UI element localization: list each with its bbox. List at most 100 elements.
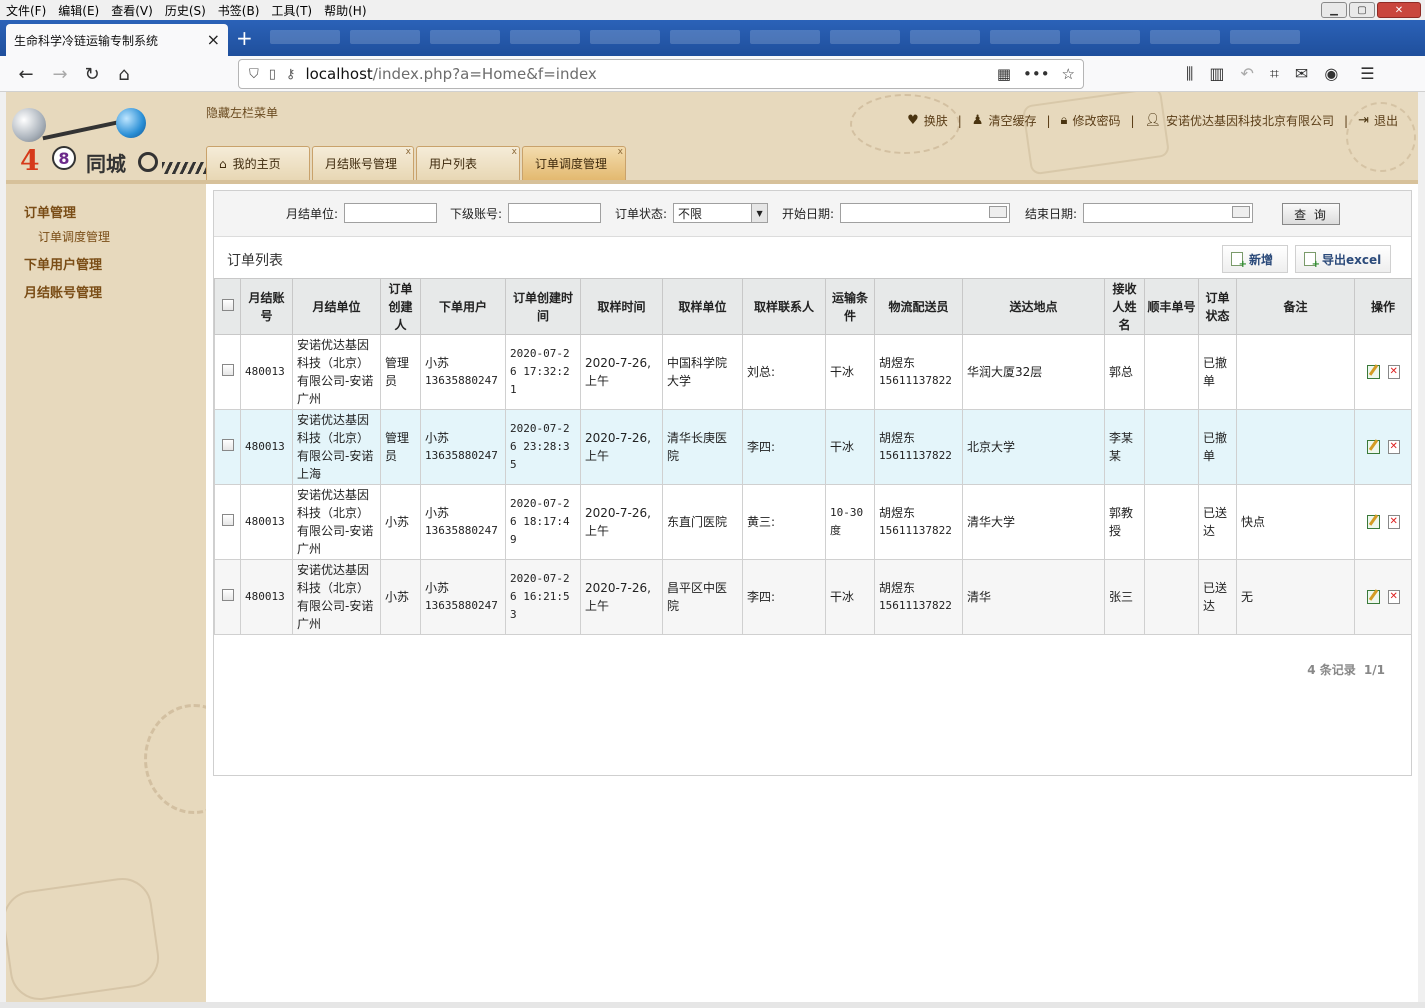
table-row[interactable]: 480013 安诺优达基因科技（北京）有限公司-安诺广州 小苏 小苏 136358… <box>214 559 1412 635</box>
chat-icon[interactable]: ✉ <box>1295 64 1308 84</box>
sidebar-item-monthly-accounts[interactable]: 月结账号管理 <box>24 282 102 301</box>
browser-tab-active[interactable]: 生命科学冷链运输专制系统 × <box>6 24 228 56</box>
company-link[interactable]: 👤︎ 安诺优达基因科技北京有限公司 <box>1145 112 1335 129</box>
tab-home[interactable]: ⌂ 我的主页 <box>206 146 310 180</box>
background-tab[interactable] <box>510 30 580 44</box>
menu-history[interactable]: 历史(S) <box>159 2 212 19</box>
start-date-input[interactable] <box>840 203 1011 223</box>
background-tab[interactable] <box>1070 30 1140 44</box>
url-bar[interactable]: ⛉ ▯ ⚷ localhost /index.php?a=Home&f=inde… <box>238 59 1084 89</box>
background-tab[interactable] <box>350 30 420 44</box>
column-header[interactable]: 物流配送员 <box>874 278 963 335</box>
background-tab[interactable] <box>830 30 900 44</box>
calendar-icon[interactable] <box>989 206 1008 218</box>
column-header[interactable]: 下单用户 <box>420 278 506 335</box>
logout-link[interactable]: ⇥ 退出 <box>1358 112 1398 129</box>
reload-icon[interactable]: ↻ <box>78 60 106 88</box>
key-icon[interactable]: ⚷ <box>286 67 296 82</box>
menu-help[interactable]: 帮助(H) <box>318 2 372 19</box>
new-tab-icon[interactable]: + <box>236 26 253 50</box>
background-tab[interactable] <box>910 30 980 44</box>
column-header[interactable]: 送达地点 <box>962 278 1105 335</box>
tab-monthly-accounts[interactable]: 月结账号管理 x <box>312 146 414 180</box>
row-checkbox[interactable] <box>221 439 234 451</box>
bookmark-star-icon[interactable]: ☆ <box>1062 65 1075 83</box>
column-header[interactable]: 运输条件 <box>825 278 875 335</box>
column-header[interactable]: 取样时间 <box>580 278 663 335</box>
shield-icon[interactable]: ⛉ <box>249 67 259 82</box>
background-tab[interactable] <box>590 30 660 44</box>
column-header[interactable]: 订单创建时间 <box>505 278 581 335</box>
menu-tools[interactable]: 工具(T) <box>265 2 318 19</box>
clear-cache-link[interactable]: ♟ 清空缓存 <box>972 112 1037 129</box>
row-checkbox[interactable] <box>221 589 234 601</box>
back-icon[interactable]: ← <box>12 60 40 88</box>
column-header[interactable]: 顺丰单号 <box>1144 278 1199 335</box>
column-header[interactable]: 月结单位 <box>292 278 381 335</box>
tab-close-icon[interactable]: x <box>512 147 517 157</box>
tab-user-list[interactable]: 用户列表 x <box>416 146 520 180</box>
account-icon[interactable]: ◉ <box>1324 64 1338 84</box>
status-select[interactable]: 不限 ▼ <box>673 203 769 223</box>
more-icon[interactable]: ••• <box>1023 65 1050 83</box>
column-header[interactable]: 月结账号 <box>240 278 293 335</box>
column-header[interactable]: 接收人姓名 <box>1104 278 1145 335</box>
column-header[interactable]: 操作 <box>1354 278 1412 335</box>
export-excel-button[interactable]: 导出excel <box>1295 245 1391 273</box>
hamburger-menu-icon[interactable]: ☰ <box>1360 64 1374 84</box>
table-row[interactable]: 480013 安诺优达基因科技（北京）有限公司-安诺广州 小苏 小苏 136358… <box>214 484 1412 560</box>
sidebar-icon[interactable]: ▥ <box>1209 64 1224 84</box>
sub-account-input[interactable] <box>508 203 602 223</box>
sidebar-item-order-dispatch[interactable]: 订单调度管理 <box>38 228 110 245</box>
tab-order-dispatch[interactable]: 订单调度管理 x <box>522 146 626 180</box>
background-tab[interactable] <box>750 30 820 44</box>
select-all-checkbox[interactable] <box>221 298 234 311</box>
edit-icon[interactable] <box>1366 365 1380 379</box>
crop-icon[interactable]: ⌗ <box>1270 64 1279 84</box>
undo-icon[interactable]: ↶ <box>1241 64 1254 84</box>
forward-icon[interactable]: → <box>46 60 74 88</box>
sidebar-item-order-management[interactable]: 订单管理 <box>24 202 76 221</box>
delete-icon[interactable] <box>1387 513 1400 531</box>
end-date-input[interactable] <box>1083 203 1254 223</box>
background-tab[interactable] <box>430 30 500 44</box>
window-close-button[interactable]: ✕ <box>1377 2 1421 18</box>
sidebar-item-order-users[interactable]: 下单用户管理 <box>24 254 102 273</box>
delete-icon[interactable] <box>1387 438 1400 456</box>
hide-sidebar-link[interactable]: 隐藏左栏菜单 <box>206 104 278 121</box>
query-button[interactable]: 查 询 <box>1282 203 1340 225</box>
library-icon[interactable]: ⫼ <box>1186 64 1193 84</box>
skin-link[interactable]: ♥ 换肤 <box>907 112 948 129</box>
menu-edit[interactable]: 编辑(E) <box>52 2 105 19</box>
row-checkbox[interactable] <box>221 514 234 526</box>
add-button[interactable]: 新增 <box>1222 245 1288 273</box>
column-header[interactable]: 取样单位 <box>662 278 743 335</box>
background-tab[interactable] <box>1150 30 1220 44</box>
column-header[interactable]: 备注 <box>1236 278 1355 335</box>
column-header[interactable]: 订单创建人 <box>380 278 421 335</box>
unit-filter-input[interactable] <box>344 203 438 223</box>
column-header[interactable]: 订单状态 <box>1198 278 1237 335</box>
column-header[interactable]: 取样联系人 <box>742 278 826 335</box>
menu-file[interactable]: 文件(F) <box>0 2 52 19</box>
tab-close-icon[interactable]: x <box>406 147 411 157</box>
edit-icon[interactable] <box>1366 515 1380 529</box>
change-password-link[interactable]: 🔒︎ 修改密码 <box>1061 112 1121 129</box>
edit-icon[interactable] <box>1366 590 1380 604</box>
maximize-button[interactable]: ▢ <box>1349 2 1375 18</box>
menu-bookmarks[interactable]: 书签(B) <box>212 2 266 19</box>
edit-icon[interactable] <box>1366 440 1380 454</box>
table-row[interactable]: 480013 安诺优达基因科技（北京）有限公司-安诺上海 管理员 小苏 13635… <box>214 409 1412 485</box>
table-row[interactable]: 480013 安诺优达基因科技（北京）有限公司-安诺广州 管理员 小苏 13635… <box>214 334 1412 410</box>
chevron-down-icon[interactable]: ▼ <box>751 204 768 222</box>
row-checkbox[interactable] <box>221 364 234 376</box>
qr-code-icon[interactable]: ▦ <box>997 65 1011 83</box>
background-tab[interactable] <box>670 30 740 44</box>
minimize-button[interactable]: ▁ <box>1321 2 1347 18</box>
tab-close-icon[interactable]: × <box>207 30 220 49</box>
delete-icon[interactable] <box>1387 363 1400 381</box>
background-tab[interactable] <box>270 30 340 44</box>
tab-close-icon[interactable]: x <box>618 147 623 157</box>
background-tab[interactable] <box>1230 30 1300 44</box>
calendar-icon[interactable] <box>1232 206 1251 218</box>
